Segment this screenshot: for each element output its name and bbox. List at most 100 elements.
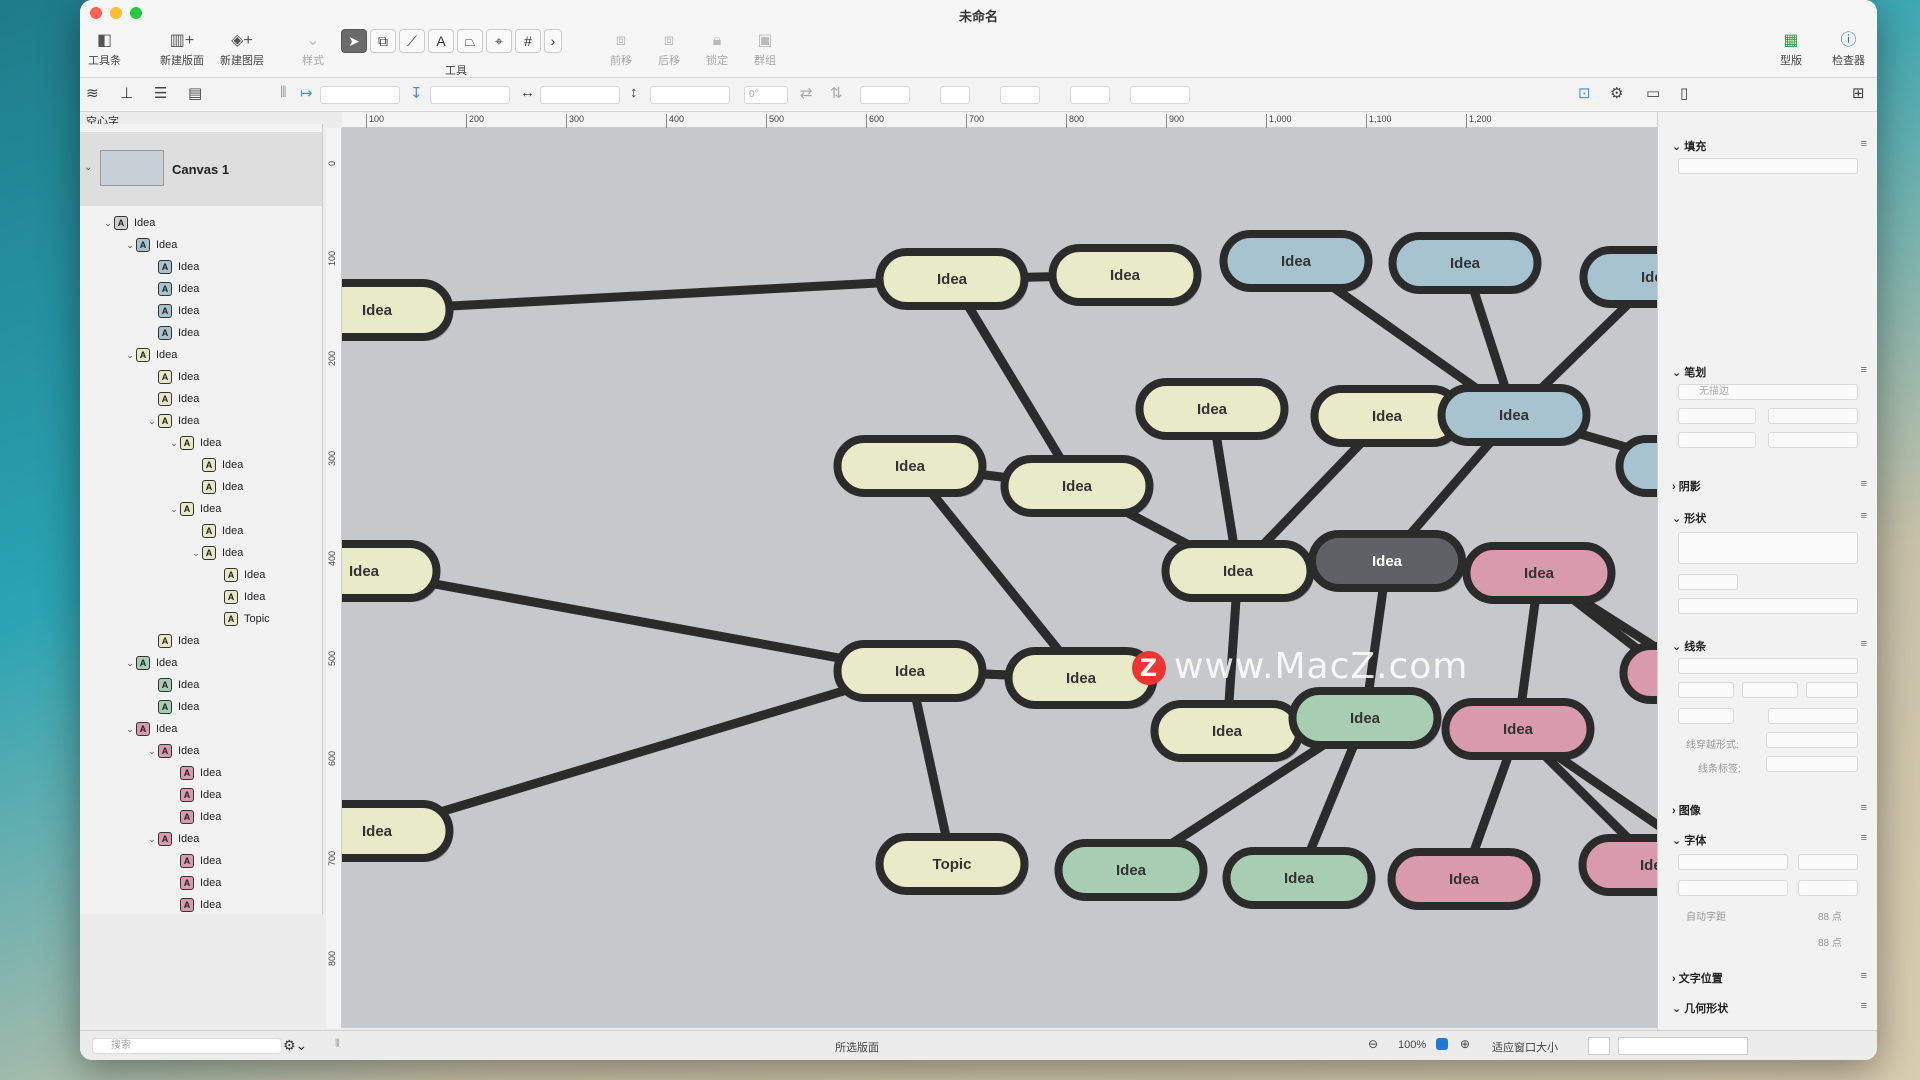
- idea-node[interactable]: Idea: [1619, 642, 1658, 704]
- text-position-section[interactable]: › 文字位置 ≡: [1658, 970, 1877, 986]
- connector-line[interactable]: [363, 566, 911, 676]
- outline-item[interactable]: A Idea: [168, 764, 221, 782]
- stroke-width-select[interactable]: [1678, 408, 1756, 424]
- node-shape[interactable]: [1619, 642, 1658, 704]
- fill-color-field[interactable]: [1000, 86, 1040, 104]
- outline-item[interactable]: ⌄ A Idea: [146, 412, 199, 430]
- idea-node[interactable]: Idea: [1615, 435, 1658, 497]
- bring-forward-button[interactable]: ⧈ 前移: [610, 30, 632, 68]
- status-field[interactable]: [1618, 1037, 1748, 1055]
- outline-item[interactable]: ⌄ A Idea: [168, 434, 221, 452]
- idea-node[interactable]: Idea: [1437, 384, 1591, 446]
- canvas-icon[interactable]: ⊥: [120, 84, 133, 102]
- stroke-select[interactable]: 无描边: [1678, 384, 1858, 400]
- menu-icon[interactable]: ≡: [1861, 1000, 1867, 1012]
- idea-node[interactable]: Topic: [875, 833, 1029, 895]
- outline-item[interactable]: A Idea: [168, 896, 221, 914]
- outline-item[interactable]: ⌄ A Idea: [124, 236, 177, 254]
- lock-button[interactable]: 🔒︎ 锁定: [706, 30, 728, 68]
- stroke-section[interactable]: ⌄ 笔划 ≡: [1658, 364, 1877, 380]
- stroke-color-select[interactable]: [1768, 408, 1858, 424]
- color-swatch[interactable]: [1588, 1037, 1610, 1055]
- idea-node[interactable]: Idea: [1048, 244, 1202, 306]
- outline-item[interactable]: A Idea: [168, 786, 221, 804]
- node-shape[interactable]: [342, 279, 454, 341]
- stroke-width-field[interactable]: [940, 86, 970, 104]
- shape-picker[interactable]: [1678, 532, 1858, 564]
- zoom-in-icon[interactable]: ⊕: [1460, 1037, 1470, 1051]
- line-end-select[interactable]: [1806, 682, 1858, 698]
- node-shape[interactable]: [342, 800, 454, 862]
- idea-node[interactable]: Idea: [342, 800, 454, 862]
- idea-node[interactable]: Idea: [1388, 232, 1542, 294]
- drawing-canvas[interactable]: Idea Idea Idea Idea Idea Idea Idea Idea Idea Idea…: [342, 128, 1657, 1028]
- x-position-field[interactable]: [320, 86, 400, 104]
- outline-item[interactable]: A Idea: [168, 874, 221, 892]
- menu-icon[interactable]: ≡: [1861, 364, 1867, 376]
- canvas-row[interactable]: ⌄ Canvas 1: [80, 132, 322, 206]
- stencils-button[interactable]: ▦ 型版: [1780, 30, 1802, 68]
- idea-node[interactable]: Idea: [1000, 455, 1154, 517]
- pen-tool-button[interactable]: ⏢: [457, 29, 483, 53]
- connector-line[interactable]: [375, 666, 912, 836]
- y-position-field[interactable]: [430, 86, 510, 104]
- outline-item[interactable]: ⌄ A Idea: [146, 830, 199, 848]
- outline-item[interactable]: A Idea: [212, 588, 265, 606]
- char-spacing-value[interactable]: 88 点: [1818, 934, 1842, 949]
- shape-section[interactable]: ⌄ 形状 ≡: [1658, 510, 1877, 526]
- outline-item[interactable]: A Idea: [146, 698, 199, 716]
- image-section[interactable]: › 图像 ≡: [1658, 802, 1877, 818]
- idea-node[interactable]: Idea: [833, 640, 987, 702]
- connector-line[interactable]: [376, 274, 953, 315]
- outline-item[interactable]: A Idea: [146, 280, 199, 298]
- menu-icon[interactable]: ≡: [1861, 638, 1867, 650]
- inspector-button[interactable]: ⓘ 检查器: [1832, 30, 1865, 68]
- idea-node[interactable]: Idea: [1150, 700, 1304, 762]
- chevron-down-icon[interactable]: ⌄: [84, 162, 92, 173]
- menu-icon[interactable]: ≡: [1861, 478, 1867, 490]
- font-family-select[interactable]: [1678, 854, 1788, 870]
- line-swap-button[interactable]: [1742, 682, 1798, 698]
- shadow-section[interactable]: › 阴影 ≡: [1658, 478, 1877, 494]
- idea-node[interactable]: Idea: [1462, 542, 1616, 604]
- font-color-select[interactable]: [1798, 880, 1858, 896]
- idea-node[interactable]: Idea: [1219, 230, 1373, 292]
- node-shape[interactable]: [1615, 435, 1658, 497]
- idea-node[interactable]: Idea: [342, 540, 441, 602]
- outline-item[interactable]: A Idea: [146, 632, 199, 650]
- shape-options[interactable]: [1678, 598, 1858, 614]
- menu-icon[interactable]: ≡: [1861, 802, 1867, 814]
- line-start-select[interactable]: [1678, 682, 1734, 698]
- outline-item[interactable]: ⌄ A Idea: [102, 214, 155, 232]
- object-inspector-icon[interactable]: ⊡: [1578, 84, 1591, 102]
- line-type-select[interactable]: [1678, 658, 1858, 674]
- outline-item[interactable]: A Idea: [146, 258, 199, 276]
- height-field[interactable]: [650, 86, 730, 104]
- outline-item[interactable]: ⌄ A Idea: [146, 742, 199, 760]
- lines-section[interactable]: ⌄ 线条 ≡: [1658, 638, 1877, 654]
- gear-icon[interactable]: ⚙: [1610, 84, 1623, 102]
- line-tool-button[interactable]: ⟋: [399, 29, 425, 53]
- send-backward-button[interactable]: ⧈ 后移: [658, 30, 680, 68]
- canvas-list-icon[interactable]: ▤: [188, 84, 202, 102]
- chevron-down-icon[interactable]: ⌄: [124, 350, 136, 361]
- outline-item[interactable]: ⌄ A Idea: [124, 654, 177, 672]
- stroke-pattern-select[interactable]: [1678, 432, 1756, 448]
- idea-node[interactable]: Idea: [875, 248, 1029, 310]
- idea-node[interactable]: Idea: [833, 435, 987, 497]
- idea-node[interactable]: Idea: [1441, 698, 1595, 760]
- menu-icon[interactable]: ≡: [1861, 510, 1867, 522]
- outline-item[interactable]: A Idea: [212, 566, 265, 584]
- zoom-dropdown[interactable]: [1436, 1038, 1448, 1050]
- chevron-down-icon[interactable]: ⌄: [124, 724, 136, 735]
- outline-item[interactable]: A Idea: [168, 808, 221, 826]
- font-style-select[interactable]: [1678, 880, 1788, 896]
- outline-item[interactable]: A Idea: [190, 478, 243, 496]
- opacity-field[interactable]: [1130, 86, 1190, 104]
- fit-window-button[interactable]: 适应窗口大小: [1492, 1039, 1558, 1055]
- line-corner-select[interactable]: [1768, 708, 1858, 724]
- layout-icon[interactable]: ▭: [1646, 84, 1660, 102]
- more-tools-button[interactable]: ›: [544, 29, 562, 53]
- chevron-down-icon[interactable]: ⌄: [146, 834, 158, 845]
- new-canvas-button[interactable]: ▥+ 新建版面: [160, 30, 204, 68]
